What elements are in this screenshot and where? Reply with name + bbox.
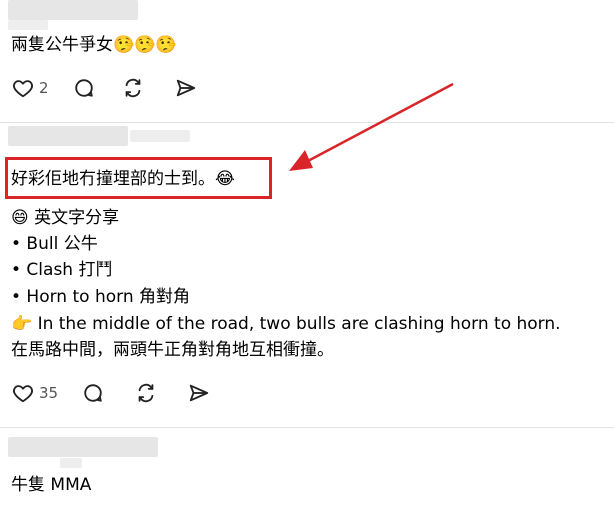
comment-button[interactable] <box>82 382 104 404</box>
comment-icon <box>82 382 104 404</box>
heart-icon <box>12 382 34 404</box>
post-2-line: 😄 英文字分享 <box>11 208 120 228</box>
post-2-actions: 35 <box>12 382 210 404</box>
repost-button[interactable] <box>135 382 157 404</box>
post-divider <box>0 427 614 428</box>
like-button[interactable]: 35 <box>12 382 58 404</box>
post-2-line: 在馬路中間，兩頭牛正角對角地互相衝撞。 <box>11 340 334 360</box>
post-3-text: 牛隻 MMA <box>11 475 92 495</box>
post-2-line: • Clash 打鬥 <box>11 260 113 280</box>
share-button[interactable] <box>188 382 210 404</box>
blurred-timestamp <box>60 458 82 468</box>
post-2-line: • Bull 公牛 <box>11 234 98 254</box>
repost-icon <box>135 382 157 404</box>
like-count: 35 <box>39 384 59 402</box>
post-2-line: 👉 In the middle of the road, two bulls a… <box>11 314 561 334</box>
blurred-username <box>8 437 158 457</box>
share-icon <box>188 382 210 404</box>
post-2-line: • Horn to horn 角對角 <box>11 287 190 307</box>
